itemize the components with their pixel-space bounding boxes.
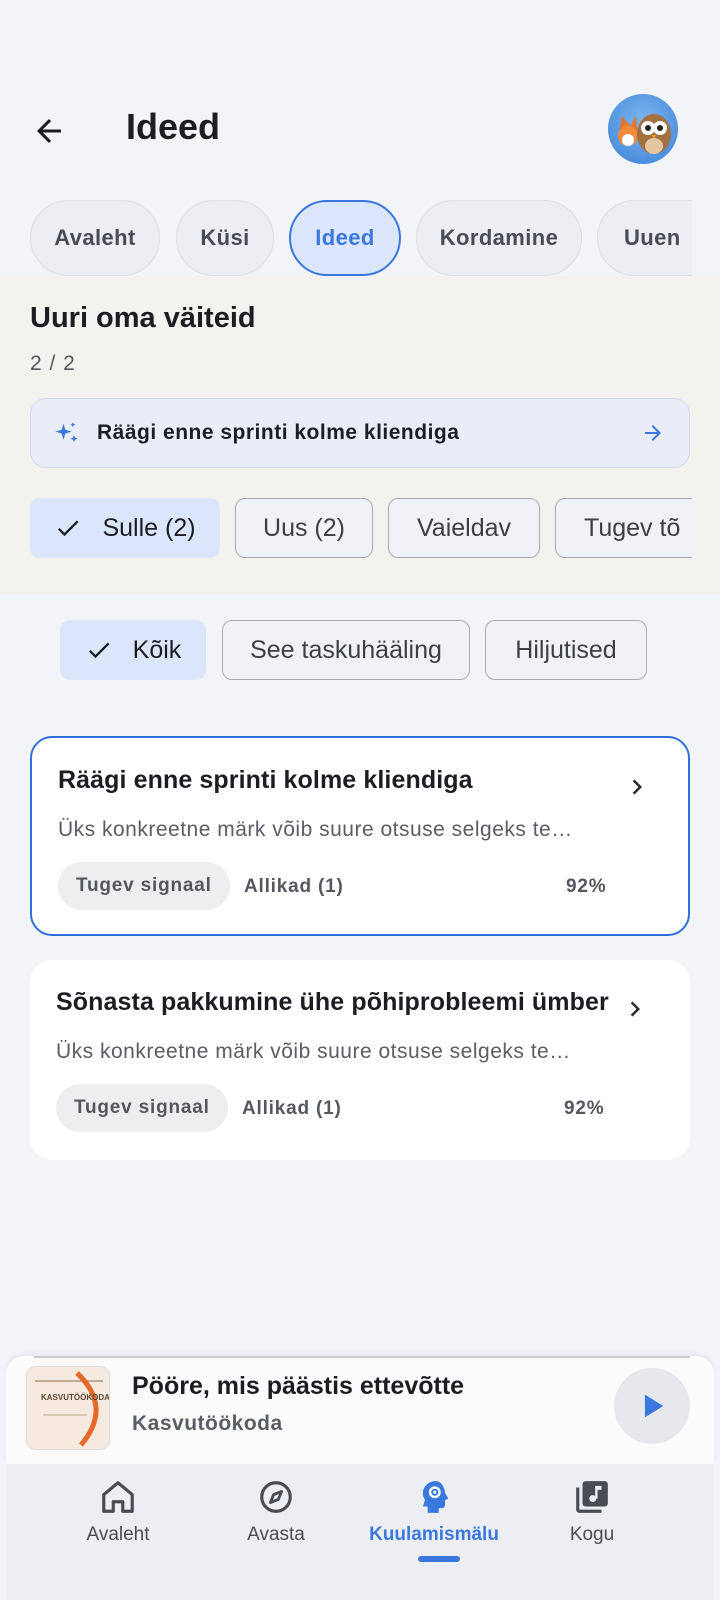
- library-music-icon: [576, 1481, 608, 1513]
- chip-koik[interactable]: Kõik: [60, 620, 206, 680]
- top-app-bar: Ideed: [0, 90, 720, 170]
- chip-sulle[interactable]: Sulle (2): [30, 498, 220, 558]
- claim-filter-chips: Sulle (2) Uus (2) Vaieldav Tugev tõ: [30, 498, 692, 560]
- signal-badge: Tugev signaal: [58, 862, 230, 910]
- nav-label: Avaleht: [86, 1524, 150, 1545]
- nav-item-kuulamismalu[interactable]: Kuulamismälu: [354, 1478, 514, 1568]
- bottom-navigation: Avaleht Avasta Kuulamismälu Kogu: [6, 1464, 714, 1600]
- active-nav-indicator: [418, 1556, 460, 1562]
- compass-icon: [260, 1481, 292, 1513]
- scope-filter-chips: Kõik See taskuhääling Hiljutised: [0, 620, 720, 682]
- tab-uuendused[interactable]: Uuen: [597, 200, 692, 276]
- sources-link[interactable]: Allikad (1): [244, 876, 344, 898]
- check-icon: [88, 642, 110, 659]
- arrow-back-icon: [37, 119, 61, 143]
- tab-kordamine[interactable]: Kordamine: [416, 200, 582, 276]
- tab-ideed[interactable]: Ideed: [289, 200, 401, 276]
- chip-see-taskuhaaling[interactable]: See taskuhääling: [222, 620, 470, 680]
- page-title: Ideed: [126, 106, 221, 147]
- tab-kysi[interactable]: Küsi: [176, 200, 274, 276]
- nav-label: Kogu: [569, 1524, 615, 1545]
- chip-tugev[interactable]: Tugev tõ: [555, 498, 692, 558]
- home-icon: [102, 1481, 134, 1513]
- idea-card[interactable]: Sõnasta pakkumine ühe põhiprobleemi ümbe…: [30, 960, 690, 1160]
- confidence-score: 92%: [566, 876, 607, 897]
- podcast-name: Kasvutöökoda: [132, 1412, 283, 1435]
- suggestion-row[interactable]: Räägi enne sprinti kolme kliendiga: [30, 398, 690, 468]
- cover-text: KASVUTÖÖKODA: [41, 1393, 110, 1402]
- section-tabs: Avaleht Küsi Ideed Kordamine Uuen: [30, 200, 692, 278]
- episode-title: Pööre, mis päästis ettevõtte: [132, 1372, 465, 1400]
- panel-title: Uuri oma väiteid: [30, 302, 256, 334]
- chip-label: Sulle (2): [102, 513, 196, 542]
- player-progress-track: [34, 1356, 690, 1358]
- chip-hiljutised[interactable]: Hiljutised: [485, 620, 647, 680]
- chip-label: Kõik: [132, 635, 182, 664]
- sparkle-icon: [55, 422, 78, 443]
- sources-link[interactable]: Allikad (1): [242, 1098, 342, 1120]
- cover-art-icon: [35, 1371, 103, 1447]
- brain-icon: [422, 1481, 449, 1513]
- check-icon: [58, 520, 79, 537]
- card-description: Üks konkreetne märk võib suure otsuse se…: [58, 818, 573, 841]
- panel-count: 2 / 2: [30, 352, 76, 375]
- chip-vaieldav[interactable]: Vaieldav: [388, 498, 540, 558]
- play-icon: [644, 1394, 664, 1418]
- back-button[interactable]: [26, 108, 72, 154]
- avatar[interactable]: [608, 94, 678, 164]
- podcast-cover: KASVUTÖÖKODA: [26, 1366, 110, 1450]
- chevron-right-icon: [632, 779, 642, 795]
- nav-label: Kuulamismälu: [369, 1524, 499, 1545]
- card-title: Sõnasta pakkumine ühe põhiprobleemi ümbe…: [56, 988, 609, 1016]
- suggestion-text: Räägi enne sprinti kolme kliendiga: [97, 421, 460, 444]
- nav-item-kogu[interactable]: Kogu: [512, 1478, 672, 1568]
- nav-item-avaleht[interactable]: Avaleht: [38, 1478, 198, 1568]
- tab-avaleht[interactable]: Avaleht: [30, 200, 160, 276]
- chip-uus[interactable]: Uus (2): [235, 498, 373, 558]
- signal-badge: Tugev signaal: [56, 1084, 228, 1132]
- claims-panel: Uuri oma väiteid 2 / 2 Räägi enne sprint…: [0, 276, 720, 594]
- fox-owl-avatar-icon: [618, 114, 671, 154]
- nav-item-avasta[interactable]: Avasta: [196, 1478, 356, 1568]
- arrow-forward-icon: [645, 425, 661, 441]
- card-title: Räägi enne sprinti kolme kliendiga: [58, 766, 473, 794]
- card-description: Üks konkreetne märk võib suure otsuse se…: [56, 1040, 571, 1063]
- chevron-right-icon: [630, 1001, 640, 1017]
- nav-label: Avasta: [247, 1524, 305, 1545]
- mini-player[interactable]: KASVUTÖÖKODA Pööre, mis päästis ettevõtt…: [6, 1356, 714, 1464]
- confidence-score: 92%: [564, 1098, 605, 1119]
- idea-card[interactable]: Räägi enne sprinti kolme kliendiga Üks k…: [30, 736, 690, 936]
- play-button[interactable]: [614, 1368, 690, 1444]
